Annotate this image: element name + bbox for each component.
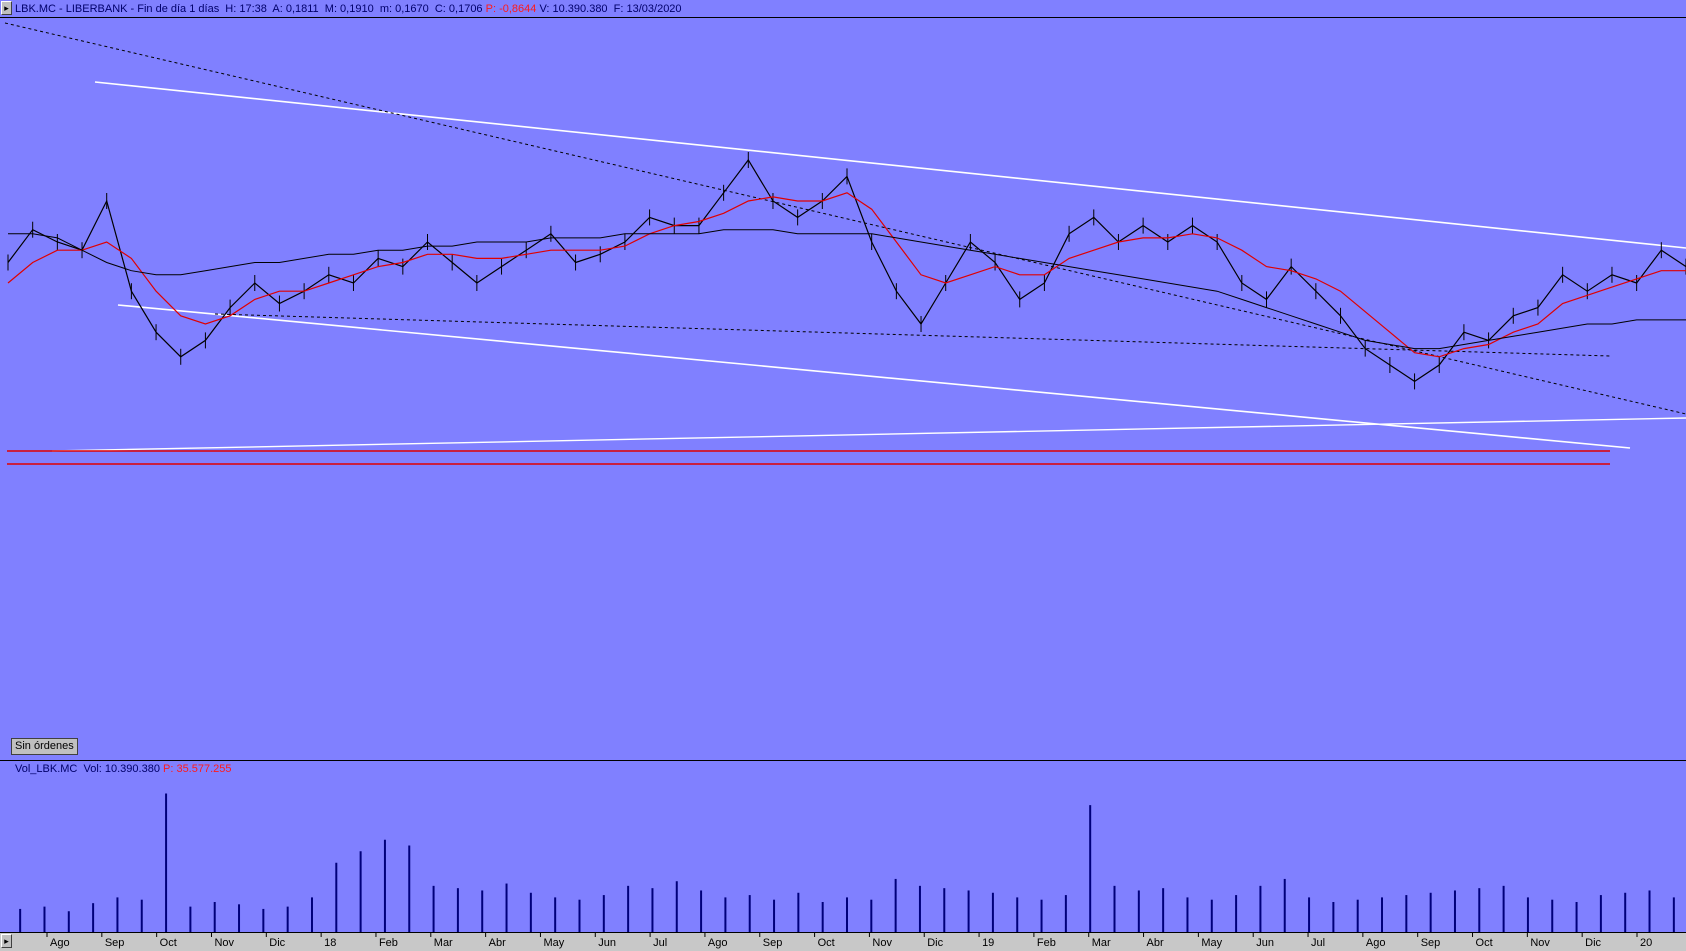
dashed-trendline-2[interactable] (214, 313, 1611, 357)
volume-header-p: P: 35.577.255 (163, 763, 232, 775)
time-axis-label: Jun (598, 937, 616, 949)
volume-header-text: Vol_LBK.MC Vol: 10.390.380 (15, 763, 160, 775)
long-average-line[interactable] (8, 229, 1686, 350)
price-header-text: LBK.MC - LIBERBANK - Fin de día 1 días H… (15, 3, 483, 15)
time-axis[interactable]: ▸ Ago Sep Oct Nov Dic 18 Feb Mar Abr May Jun Jul Ago… (0, 932, 1686, 951)
collapse-arrow-icon[interactable]: ▸ (1, 1, 12, 15)
time-axis-label: Dic (269, 937, 285, 949)
support-line-white[interactable] (51, 417, 1686, 452)
time-axis-label: Ago (708, 937, 728, 949)
time-axis-labels: Ago Sep Oct Nov Dic 18 Feb Mar Abr May Jun Jul Ago Se… (46, 933, 1652, 949)
price-header: ▸ LBK.MC - LIBERBANK - Fin de día 1 días… (0, 0, 1686, 18)
time-axis-label: Jul (1311, 937, 1325, 949)
time-axis-label: Ago (1366, 937, 1386, 949)
chart-window: ▸ LBK.MC - LIBERBANK - Fin de día 1 días… (0, 0, 1686, 951)
time-axis-label: Abr (489, 937, 506, 949)
price-header-rest: V: 10.390.380 F: 13/03/2020 (539, 3, 682, 15)
time-axis-label: 20 (1640, 937, 1652, 949)
time-axis-label: Feb (379, 937, 398, 949)
time-axis-label: 18 (324, 937, 336, 949)
time-axis-label: Mar (434, 937, 453, 949)
time-axis-label: Nov (214, 937, 234, 949)
time-axis-label: Ago (50, 937, 70, 949)
short-average-line[interactable] (7, 192, 1686, 358)
time-axis-label: Jul (653, 937, 667, 949)
time-axis-label: Oct (1476, 937, 1493, 949)
time-axis-label: Oct (160, 937, 177, 949)
lower-trendline[interactable] (117, 304, 1631, 449)
time-axis-label: Mar (1092, 937, 1111, 949)
time-axis-label: Sep (105, 937, 125, 949)
time-axis-label: 19 (982, 937, 994, 949)
no-orders-button[interactable]: Sin órdenes (11, 738, 78, 755)
time-axis-label: Nov (1530, 937, 1550, 949)
time-axis-label: May (1201, 937, 1222, 949)
time-axis-label: Sep (1421, 937, 1441, 949)
time-axis-label: Nov (872, 937, 892, 949)
time-axis-label: Jun (1256, 937, 1274, 949)
time-axis-label: Dic (927, 937, 943, 949)
time-axis-label: Dic (1585, 937, 1601, 949)
time-axis-label: May (543, 937, 564, 949)
volume-chart[interactable] (0, 776, 1686, 932)
volume-header: Vol_LBK.MC Vol: 10.390.380 P: 35.577.255 (0, 760, 1686, 777)
time-axis-label: Oct (818, 937, 835, 949)
price-chart[interactable] (0, 18, 1686, 760)
time-axis-label: Abr (1147, 937, 1164, 949)
price-header-p: P: -0,8644 (485, 3, 537, 15)
time-axis-label: Sep (763, 937, 783, 949)
time-axis-label: Feb (1037, 937, 1056, 949)
upper-trendline[interactable] (94, 81, 1686, 249)
